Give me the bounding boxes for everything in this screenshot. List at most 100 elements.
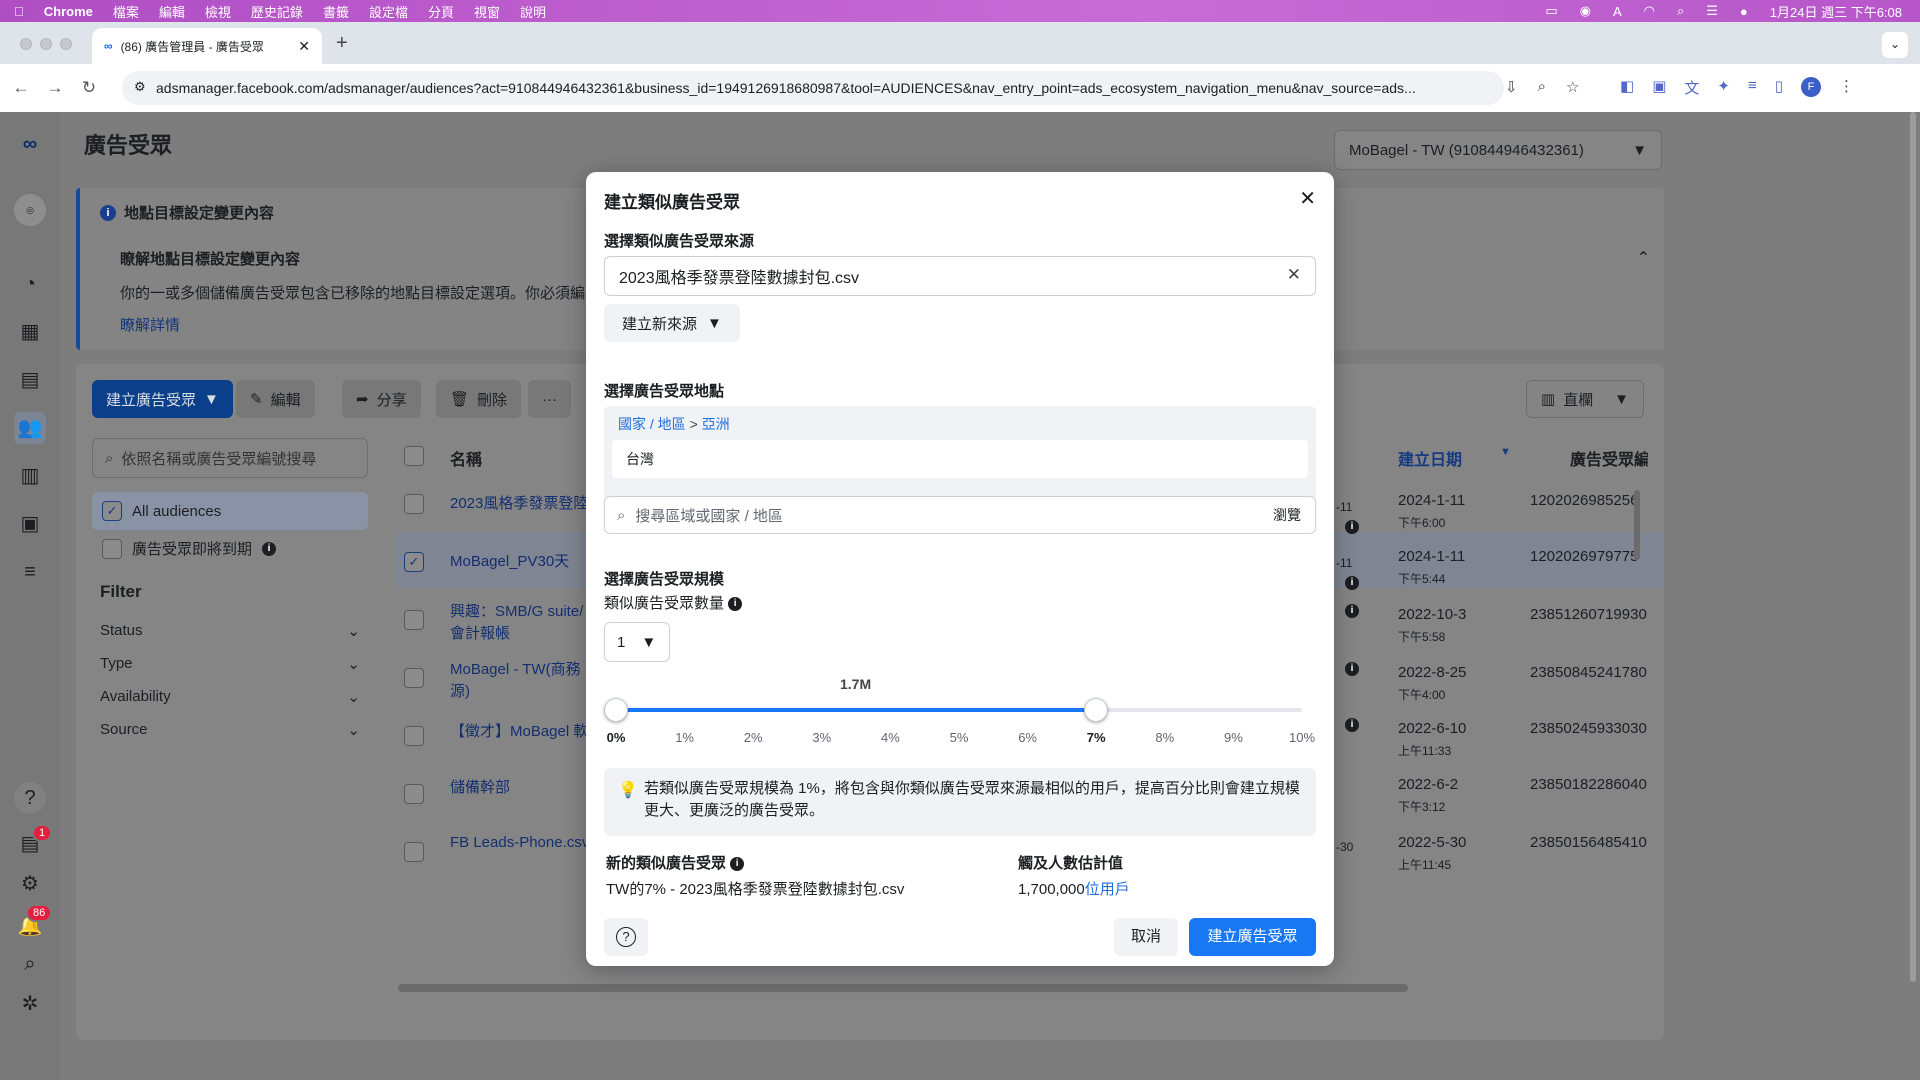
audience-name-link[interactable]: 2023風格季發票登陸: [450, 492, 588, 513]
all-tools-icon[interactable]: ≡: [14, 556, 46, 588]
back-button[interactable]: ←: [4, 78, 38, 98]
help-icon[interactable]: ?: [14, 782, 46, 814]
menu-history[interactable]: 歷史記錄: [251, 2, 303, 21]
extension-1-icon[interactable]: ◧: [1620, 77, 1634, 98]
row-checkbox[interactable]: [404, 726, 424, 746]
window-scrollbar[interactable]: [1910, 112, 1916, 982]
filter-availability[interactable]: Availability ⌄: [100, 688, 360, 706]
row-checkbox[interactable]: [404, 784, 424, 804]
clear-source-icon[interactable]: ✕: [1287, 265, 1301, 285]
reload-button[interactable]: ↻: [72, 78, 106, 98]
audience-name-link[interactable]: 興趣：SMB/G suite/: [450, 600, 583, 621]
share-button[interactable]: ➦ 分享: [342, 380, 421, 418]
info-icon[interactable]: i: [262, 541, 277, 556]
lookalike-count-select[interactable]: 1 ▼: [604, 622, 670, 662]
close-tab-icon[interactable]: ✕: [298, 38, 310, 55]
extension-2-icon[interactable]: ▣: [1652, 77, 1666, 98]
puzzle-icon[interactable]: ✦: [1717, 77, 1730, 98]
audience-name-link[interactable]: FB Leads-Phone.csv: [450, 834, 589, 851]
install-icon[interactable]: ⇩: [1505, 78, 1518, 96]
audience-size-slider[interactable]: [604, 698, 1302, 722]
select-all-checkbox[interactable]: [404, 446, 424, 466]
selected-location[interactable]: 台灣: [612, 440, 1308, 478]
minimize-window-button[interactable]: [40, 38, 52, 50]
media-library-icon[interactable]: ▣: [14, 508, 46, 540]
profile-avatar[interactable]: F: [1801, 77, 1821, 97]
info-icon[interactable]: i: [1345, 520, 1359, 534]
row-checkbox[interactable]: [404, 668, 424, 688]
all-audiences-checkbox[interactable]: ✓: [102, 501, 122, 521]
menu-edit[interactable]: 編輯: [159, 2, 185, 21]
delete-button[interactable]: 🗑 刪除: [436, 380, 522, 418]
account-avatar-icon[interactable]: ◎: [14, 194, 46, 226]
cancel-button[interactable]: 取消: [1114, 918, 1178, 956]
audience-search-input[interactable]: ⌕ 依照名稱或廣告受眾編號搜尋: [92, 438, 368, 478]
campaigns-table-icon[interactable]: ▦: [14, 316, 46, 348]
account-selector[interactable]: MoBagel - TW (910844946432361) ▼: [1334, 130, 1662, 170]
info-icon[interactable]: i: [1345, 576, 1359, 590]
audience-name-link[interactable]: 【徵才】MoBagel 軟: [450, 720, 588, 741]
filter-source[interactable]: Source ⌄: [100, 721, 360, 739]
menu-window[interactable]: 視窗: [474, 2, 500, 21]
info-icon[interactable]: i: [1345, 662, 1359, 676]
translate-icon[interactable]: 文: [1684, 77, 1699, 98]
more-button[interactable]: ···: [528, 380, 571, 418]
source-selector[interactable]: 2023風格季發票登陸數據封包.csv ✕: [604, 256, 1316, 296]
battery-icon[interactable]: ▭: [1545, 3, 1557, 19]
audience-name-link[interactable]: MoBagel_PV30天: [450, 550, 569, 571]
row-checkbox[interactable]: [404, 610, 424, 630]
browser-tab[interactable]: ∞ (86) 廣告管理員 - 廣告受眾 ✕: [92, 28, 322, 64]
kebab-menu-icon[interactable]: ⋮: [1839, 77, 1854, 98]
audience-name-link-line2[interactable]: 會計報帳: [450, 622, 510, 643]
help-button[interactable]: ?: [604, 918, 648, 956]
reports-icon[interactable]: ▤: [14, 364, 46, 396]
reach-unit-link[interactable]: 位用戶: [1085, 881, 1130, 898]
info-icon[interactable]: i: [728, 597, 743, 612]
url-text[interactable]: adsmanager.facebook.com/adsmanager/audie…: [156, 80, 1416, 96]
columns-button[interactable]: ▥ 直欄 ▼: [1526, 380, 1644, 418]
zoom-icon[interactable]: ⌕: [1538, 78, 1546, 96]
audience-name-link[interactable]: 儲備幹部: [450, 776, 510, 797]
meta-logo-icon[interactable]: ∞: [14, 128, 46, 160]
info-icon[interactable]: i: [1345, 604, 1359, 618]
horizontal-scrollbar[interactable]: [398, 984, 1408, 992]
sort-desc-icon[interactable]: ▼: [1500, 446, 1511, 458]
bug-report-icon[interactable]: ✲: [14, 988, 46, 1020]
reading-list-icon[interactable]: ≡: [1748, 77, 1757, 98]
app-menu[interactable]: Chrome: [44, 4, 93, 19]
side-panel-icon[interactable]: ▯: [1775, 77, 1783, 98]
info-icon[interactable]: i: [1345, 718, 1359, 732]
location-search-input[interactable]: ⌕ 搜尋區域或國家 / 地區 瀏覽: [604, 496, 1316, 534]
vertical-scrollbar[interactable]: [1634, 490, 1640, 560]
filter-status[interactable]: Status ⌄: [100, 622, 360, 640]
clock[interactable]: 1月24日 週三 下午6:08: [1770, 2, 1902, 21]
menu-bookmarks[interactable]: 書籤: [323, 2, 349, 21]
collapse-chevron-icon[interactable]: ⌃: [1637, 248, 1650, 268]
wifi-icon[interactable]: ◠: [1644, 3, 1655, 19]
menu-help[interactable]: 說明: [520, 2, 546, 21]
input-source-icon[interactable]: A: [1613, 4, 1622, 19]
audiences-icon[interactable]: 👥: [14, 412, 46, 444]
expiring-filter[interactable]: 廣告受眾即將到期 i: [102, 538, 277, 559]
slider-start-handle[interactable]: [604, 698, 628, 722]
breadcrumb-asia[interactable]: 亞洲: [702, 416, 730, 432]
menu-profiles[interactable]: 設定檔: [369, 2, 408, 21]
close-window-button[interactable]: [20, 38, 32, 50]
all-audiences-filter[interactable]: ✓ All audiences: [92, 492, 368, 530]
filter-type[interactable]: Type ⌄: [100, 655, 360, 673]
control-center-icon[interactable]: ☰: [1706, 3, 1718, 19]
site-info-icon[interactable]: ⚙: [134, 79, 146, 95]
row-checkbox[interactable]: [404, 842, 424, 862]
column-name-header[interactable]: 名稱: [450, 446, 482, 470]
siri-icon[interactable]: ●: [1740, 4, 1748, 19]
expiring-checkbox[interactable]: [102, 538, 122, 559]
create-audience-button[interactable]: 建立廣告受眾 ▼: [92, 380, 233, 418]
record-icon[interactable]: ◉: [1580, 3, 1591, 19]
menu-file[interactable]: 檔案: [113, 2, 139, 21]
learn-more-link[interactable]: 瞭解詳情: [120, 314, 180, 335]
audience-name-link-line2[interactable]: 源): [450, 680, 470, 701]
new-tab-button[interactable]: +: [336, 32, 348, 55]
create-audience-submit-button[interactable]: 建立廣告受眾: [1189, 918, 1316, 956]
row-checkbox[interactable]: [404, 494, 424, 514]
address-bar[interactable]: ⚙ adsmanager.facebook.com/adsmanager/aud…: [122, 71, 1504, 105]
